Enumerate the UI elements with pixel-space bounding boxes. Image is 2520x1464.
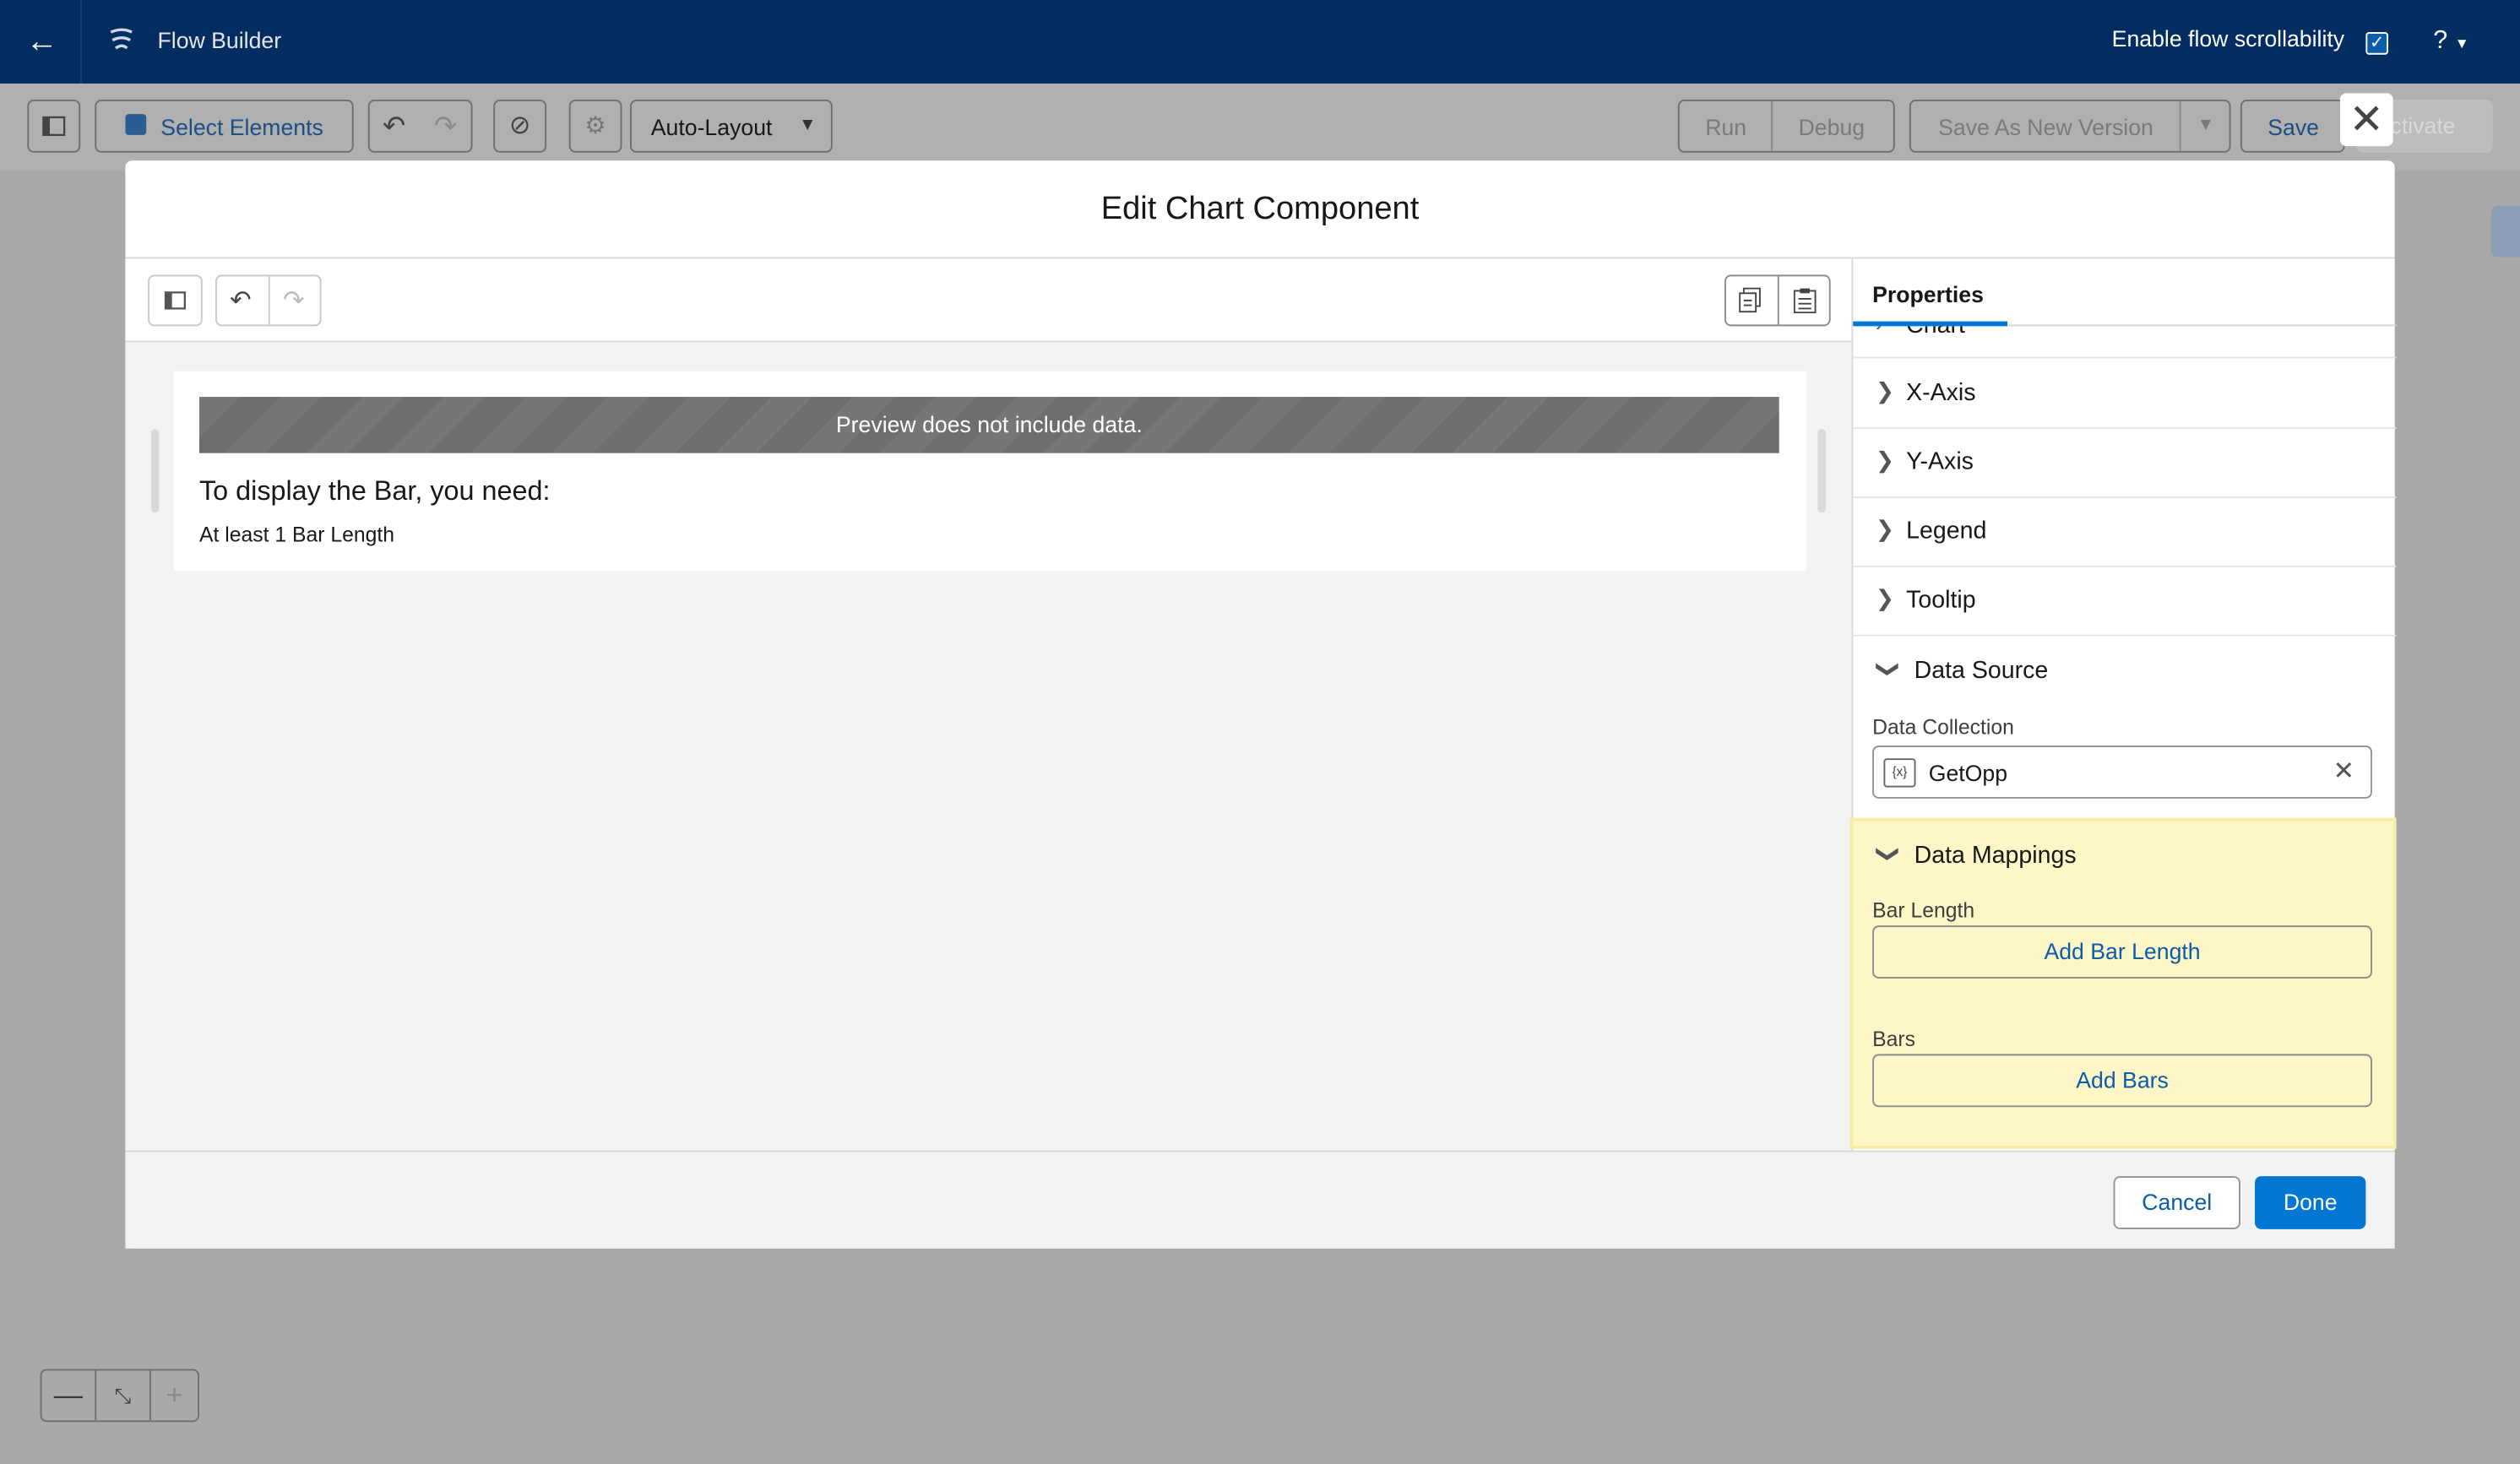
properties-panel: Properties › Chart ❯ X-Axis ❯ Y-Axis ❯ L…	[1849, 258, 2397, 1151]
section-data-mappings-label: Data Mappings	[1914, 842, 2077, 870]
component-canvas: Preview does not include data. To displa…	[125, 342, 1852, 1151]
chevron-right-icon: ❯	[1875, 515, 1895, 542]
section-tooltip[interactable]: ❯ Tooltip	[1853, 567, 2397, 637]
help-menu[interactable]: ? ▼	[2433, 27, 2468, 56]
add-bar-length-button[interactable]: Add Bar Length	[1872, 925, 2372, 979]
tab-properties[interactable]: Properties	[1872, 281, 1984, 306]
done-button[interactable]: Done	[2255, 1176, 2366, 1229]
zoom-controls: — ⤡ +	[40, 1369, 201, 1423]
chevron-down-icon: ❯	[1876, 844, 1903, 864]
paste-icon[interactable]	[1793, 288, 1817, 314]
data-mappings-section: ❯ Data Mappings Bar Length Add Bar Lengt…	[1849, 817, 2397, 1149]
data-collection-field[interactable]: {x} GetOpp ✕	[1872, 746, 2372, 799]
modal-title: Edit Chart Component	[125, 160, 2395, 259]
left-resize-handle[interactable]	[150, 429, 160, 513]
panel-icon	[164, 291, 186, 310]
canvas-undo-redo: ↶ ↷	[215, 274, 322, 327]
section-y-axis-label: Y-Axis	[1906, 447, 1974, 476]
save-label: Save	[2267, 114, 2320, 140]
layout-value: Auto-Layout	[650, 114, 773, 140]
right-resize-handle[interactable]	[1817, 429, 1826, 513]
section-legend-label: Legend	[1906, 517, 1987, 545]
flow-builder-icon	[110, 28, 133, 50]
chevron-right-icon: ›	[1876, 326, 1883, 335]
add-bars-button[interactable]: Add Bars	[1872, 1054, 2372, 1108]
cancel-circle-icon[interactable]: ⊘	[493, 99, 547, 153]
toggle-palette-button[interactable]	[148, 274, 203, 327]
section-data-source[interactable]: ❯ Data Source	[1853, 638, 2396, 708]
section-x-axis-label: X-Axis	[1906, 379, 1976, 407]
chart-preview-card[interactable]: Preview does not include data. To displa…	[173, 371, 1807, 571]
side-panel-tab[interactable]	[2490, 205, 2520, 258]
undo-redo-divider	[268, 276, 270, 325]
run-debug-divider	[1771, 100, 1773, 151]
preview-heading: To display the Bar, you need:	[198, 475, 551, 507]
section-tooltip-label: Tooltip	[1906, 586, 1976, 614]
chevron-down-icon[interactable]: ▼	[2197, 116, 2215, 135]
section-data-mappings[interactable]: ❯ Data Mappings	[1853, 834, 2392, 882]
toggle-panel-button[interactable]	[27, 99, 81, 153]
fit-view-icon[interactable]: ⤡	[95, 1370, 151, 1421]
close-icon: ✕	[2349, 95, 2385, 144]
section-y-axis[interactable]: ❯ Y-Axis	[1853, 429, 2397, 498]
help-icon: ?	[2433, 27, 2448, 55]
back-arrow-icon[interactable]: ←	[23, 23, 62, 62]
undo-icon[interactable]: ↶	[383, 111, 405, 143]
select-icon	[125, 114, 147, 135]
data-collection-label: Data Collection	[1872, 714, 2014, 740]
chevron-down-icon: ▼	[2454, 35, 2469, 52]
save-button[interactable]: Save	[2240, 99, 2345, 153]
copy-paste-group	[1724, 274, 1831, 327]
chevron-right-icon: ❯	[1875, 377, 1895, 404]
variable-icon: {x}	[1883, 758, 1916, 788]
chevron-down-icon: ❯	[1876, 659, 1903, 679]
preview-banner: Preview does not include data.	[198, 397, 1779, 453]
chevron-down-icon: ▼	[798, 116, 817, 135]
preview-requirement: At least 1 Bar Length	[198, 522, 395, 547]
save-as-divider	[2179, 100, 2181, 151]
app-header: ← Flow Builder Enable flow scrollability…	[0, 0, 2520, 84]
chevron-right-icon: ❯	[1875, 584, 1895, 611]
properties-tabbar: Properties	[1853, 258, 2397, 327]
clear-icon[interactable]: ✕	[2333, 755, 2355, 787]
section-x-axis[interactable]: ❯ X-Axis	[1853, 360, 2397, 430]
debug-button[interactable]: Debug	[1799, 114, 1866, 139]
save-as-new-version-button[interactable]: Save As New Version	[1938, 114, 2153, 139]
data-collection-value: GetOpp	[1928, 760, 2008, 786]
bar-length-label: Bar Length	[1872, 897, 1975, 923]
scroll-checkbox[interactable]: ✓	[2365, 32, 2389, 55]
copy-paste-divider	[1777, 276, 1779, 325]
zoom-out-icon[interactable]: —	[41, 1370, 95, 1420]
select-elements-label: Select Elements	[160, 114, 323, 140]
save-as-group: Save As New Version ▼	[1909, 99, 2231, 153]
panel-icon	[42, 116, 66, 137]
app-title: Flow Builder	[157, 27, 282, 53]
copy-icon[interactable]	[1739, 287, 1762, 313]
chevron-right-icon: ❯	[1875, 447, 1895, 473]
gear-icon[interactable]: ⚙	[568, 99, 622, 153]
redo-icon[interactable]: ↷	[283, 285, 305, 317]
close-modal-button[interactable]: ✕	[2339, 93, 2393, 147]
select-elements-button[interactable]: Select Elements	[95, 99, 354, 153]
scroll-toggle-label: Enable flow scrollability	[2111, 25, 2345, 52]
layout-select[interactable]: Auto-Layout ▼	[630, 99, 833, 153]
modal-footer: Cancel Done	[125, 1150, 2395, 1249]
undo-icon[interactable]: ↶	[230, 285, 252, 317]
canvas-toolbar: ↶ ↷	[125, 258, 1852, 343]
bars-label: Bars	[1872, 1027, 1915, 1051]
section-chart[interactable]: › Chart	[1853, 326, 2397, 359]
header-divider	[80, 0, 83, 84]
run-debug-group: Run Debug	[1677, 99, 1895, 153]
zoom-in-icon[interactable]: +	[148, 1370, 201, 1420]
edit-chart-modal: Edit Chart Component ↶ ↷ Preview does no…	[125, 160, 2397, 1249]
section-legend[interactable]: ❯ Legend	[1853, 498, 2397, 567]
section-chart-label: Chart	[1906, 326, 1965, 339]
cancel-button[interactable]: Cancel	[2113, 1176, 2240, 1229]
redo-icon[interactable]: ↷	[434, 111, 457, 143]
run-button[interactable]: Run	[1705, 114, 1746, 139]
flow-toolbar: Select Elements ↶ ↷ ⊘ ⚙ Auto-Layout ▼ Ru…	[0, 83, 2520, 171]
undo-redo-group: ↶ ↷	[367, 99, 473, 153]
section-data-source-label: Data Source	[1914, 657, 2049, 685]
